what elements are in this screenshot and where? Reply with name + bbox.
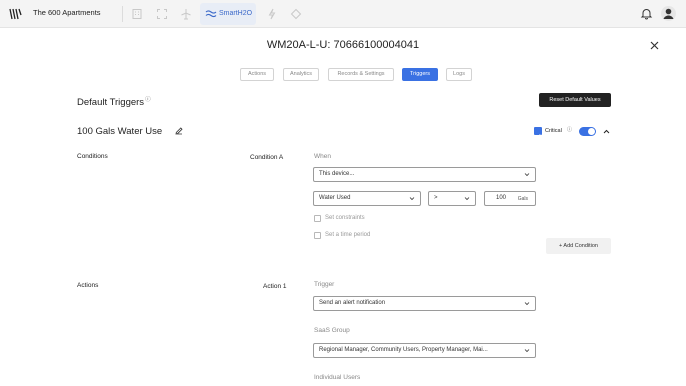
chevron-down-icon — [464, 197, 470, 201]
avatar[interactable] — [661, 6, 676, 21]
top-bar: The 600 Apartments SmartH2O — [0, 0, 686, 28]
conditions-section-label: Conditions — [77, 153, 108, 160]
info-icon[interactable]: ⓘ — [145, 97, 151, 103]
chevron-up-icon[interactable] — [603, 128, 610, 135]
info-icon[interactable]: ⓘ — [567, 126, 572, 133]
metric-select[interactable]: Water Used — [313, 191, 421, 206]
building-icon[interactable] — [131, 8, 143, 20]
condition-a-label: Condition A — [250, 154, 284, 161]
operator-select[interactable]: > — [428, 191, 476, 206]
default-triggers-title: Default Triggers — [77, 97, 145, 109]
reset-default-values-button[interactable]: Reset Default Values — [539, 93, 611, 107]
trigger-action-select[interactable]: Send an alert notification — [313, 296, 536, 311]
check-icon — [535, 134, 541, 139]
close-icon[interactable] — [649, 40, 660, 51]
expand-icon[interactable] — [156, 8, 168, 20]
critical-checkbox[interactable] — [534, 127, 542, 139]
diamond-icon[interactable] — [290, 8, 302, 20]
saas-group-label: SaaS Group — [314, 327, 350, 334]
when-label: When — [314, 153, 331, 160]
tab-records-settings[interactable]: Records & Settings — [328, 68, 394, 81]
trigger-enabled-toggle[interactable] — [579, 127, 596, 136]
device-select[interactable]: This device... — [313, 167, 536, 182]
threshold-input[interactable]: 100 Gals — [484, 191, 536, 206]
set-constraints-label[interactable]: Set constraints — [325, 215, 365, 221]
chevron-down-icon — [409, 197, 415, 201]
pencil-icon[interactable] — [175, 127, 183, 135]
divider — [122, 6, 123, 22]
tab-logs[interactable]: Logs — [446, 68, 472, 81]
threshold-unit: Gals — [517, 196, 528, 202]
tab-analytics[interactable]: Analytics — [283, 68, 319, 81]
trigger-action-select-value: Send an alert notification — [319, 300, 386, 306]
saas-group-select[interactable]: Regional Manager, Community Users, Prope… — [313, 343, 536, 358]
saas-group-select-value: Regional Manager, Community Users, Prope… — [319, 347, 488, 353]
plane-icon[interactable] — [180, 8, 192, 20]
logo-icon[interactable] — [8, 7, 22, 21]
water-wave-icon — [205, 10, 217, 18]
tab-triggers[interactable]: Triggers — [402, 68, 438, 81]
actions-section-label: Actions — [77, 282, 99, 289]
critical-label: Critical — [545, 128, 562, 134]
set-constraints-checkbox[interactable] — [314, 215, 321, 222]
set-time-period-label[interactable]: Set a time period — [325, 232, 370, 238]
chevron-down-icon — [524, 349, 530, 353]
chevron-down-icon — [524, 173, 530, 177]
add-condition-button[interactable]: + Add Condition — [546, 238, 611, 254]
smarth2o-tab[interactable]: SmartH2O — [200, 3, 256, 25]
tab-actions[interactable]: Actions — [240, 68, 274, 81]
metric-select-value: Water Used — [319, 195, 351, 201]
set-time-period-checkbox[interactable] — [314, 232, 321, 239]
chevron-down-icon — [524, 302, 530, 306]
default-triggers-heading: Default Triggersⓘ — [77, 95, 151, 108]
bell-icon[interactable] — [640, 7, 653, 20]
action-1-label: Action 1 — [263, 283, 287, 290]
smarth2o-label: SmartH2O — [219, 10, 253, 17]
threshold-value: 100 — [496, 195, 507, 201]
lightning-icon[interactable] — [266, 8, 278, 20]
operator-select-value: > — [434, 195, 438, 201]
individual-users-label: Individual Users — [314, 374, 361, 381]
property-name[interactable]: The 600 Apartments — [33, 8, 101, 17]
trigger-name: 100 Gals Water Use — [77, 126, 163, 137]
modal-title: WM20A-L-U: 70666100004041 — [266, 39, 420, 51]
device-select-value: This device... — [319, 171, 355, 177]
trigger-label: Trigger — [314, 281, 335, 288]
